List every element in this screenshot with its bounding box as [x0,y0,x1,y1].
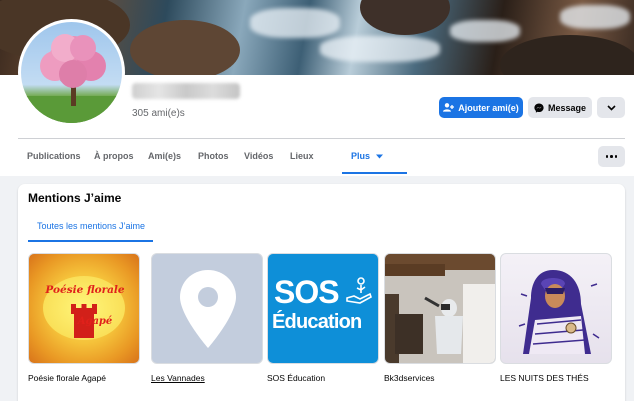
messenger-icon [534,103,544,113]
liked-page-card[interactable]: SOS Éducation SOS Éducation [267,253,379,383]
add-friend-label: Ajouter ami(e) [458,102,519,113]
chevron-down-icon [606,104,616,111]
profile-name-redacted [132,83,240,99]
likes-subtab-indicator [28,240,153,242]
page-thumbnail[interactable]: SOS Éducation [267,253,379,364]
page-name[interactable]: Bk3dservices [384,373,435,383]
liked-page-card[interactable]: Les Vannades [151,253,263,383]
liked-page-card[interactable]: Bk3dservices [384,253,496,383]
page-thumbnail[interactable] [384,253,496,364]
tower-logo-icon [71,304,97,338]
caret-down-icon [375,154,383,159]
profile-options-button[interactable] [597,97,625,118]
likes-section: Mentions J’aime Toutes les mentions J’ai… [18,184,625,401]
tab-places[interactable]: Lieux [290,140,314,173]
page-name[interactable]: Les Vannades [151,373,205,383]
map-pin-icon [180,270,236,348]
tab-all-likes[interactable]: Toutes les mentions J’aime [28,214,154,242]
friends-count[interactable]: 305 ami(e)s [132,108,185,119]
page-logo-text: Éducation [272,311,362,333]
more-dots-icon [605,155,609,158]
page-name[interactable]: SOS Éducation [267,373,325,383]
page-thumbnail[interactable]: Poésie florale Agapé [28,253,140,364]
more-dot [610,155,613,158]
page-thumbnail[interactable] [151,253,263,364]
more-dot [614,155,618,158]
tab-publications[interactable]: Publications [27,140,81,173]
tab-more-label: Plus [351,151,371,161]
page-logo-text: Poésie florale [45,284,125,296]
add-friend-button[interactable]: Ajouter ami(e) [439,97,523,118]
header-divider [18,138,625,139]
message-button[interactable]: Message [528,97,592,118]
liked-page-card[interactable]: LES NUITS DES THÉS [500,253,612,383]
page-name[interactable]: LES NUITS DES THÉS [500,373,589,383]
liked-page-card[interactable]: Poésie florale Agapé Poésie florale Agap… [28,253,140,383]
woman-illustration [518,270,600,354]
tab-more[interactable]: Plus [351,140,383,173]
helping-hand-icon [346,277,372,304]
message-label: Message [547,102,587,113]
page-thumbnail[interactable] [500,253,612,364]
tab-videos[interactable]: Vidéos [244,140,273,173]
profile-avatar[interactable] [18,19,125,126]
add-friend-icon [443,103,455,112]
tabs-more-options-button[interactable] [598,146,625,167]
cherry-tree-picture [21,34,122,123]
tab-friends[interactable]: Ami(e)s [148,140,181,173]
profile-tabs: Publications À propos Ami(e)s Photos Vid… [18,140,625,176]
page-name[interactable]: Poésie florale Agapé [28,373,106,383]
tab-photos[interactable]: Photos [198,140,229,173]
workshop-photo [385,254,495,363]
likes-title: Mentions J’aime [28,191,122,205]
page-logo-text: SOS [274,274,340,310]
page-logo-text: Agapé [77,316,113,327]
tab-about[interactable]: À propos [94,140,134,173]
active-tab-indicator [342,172,407,174]
